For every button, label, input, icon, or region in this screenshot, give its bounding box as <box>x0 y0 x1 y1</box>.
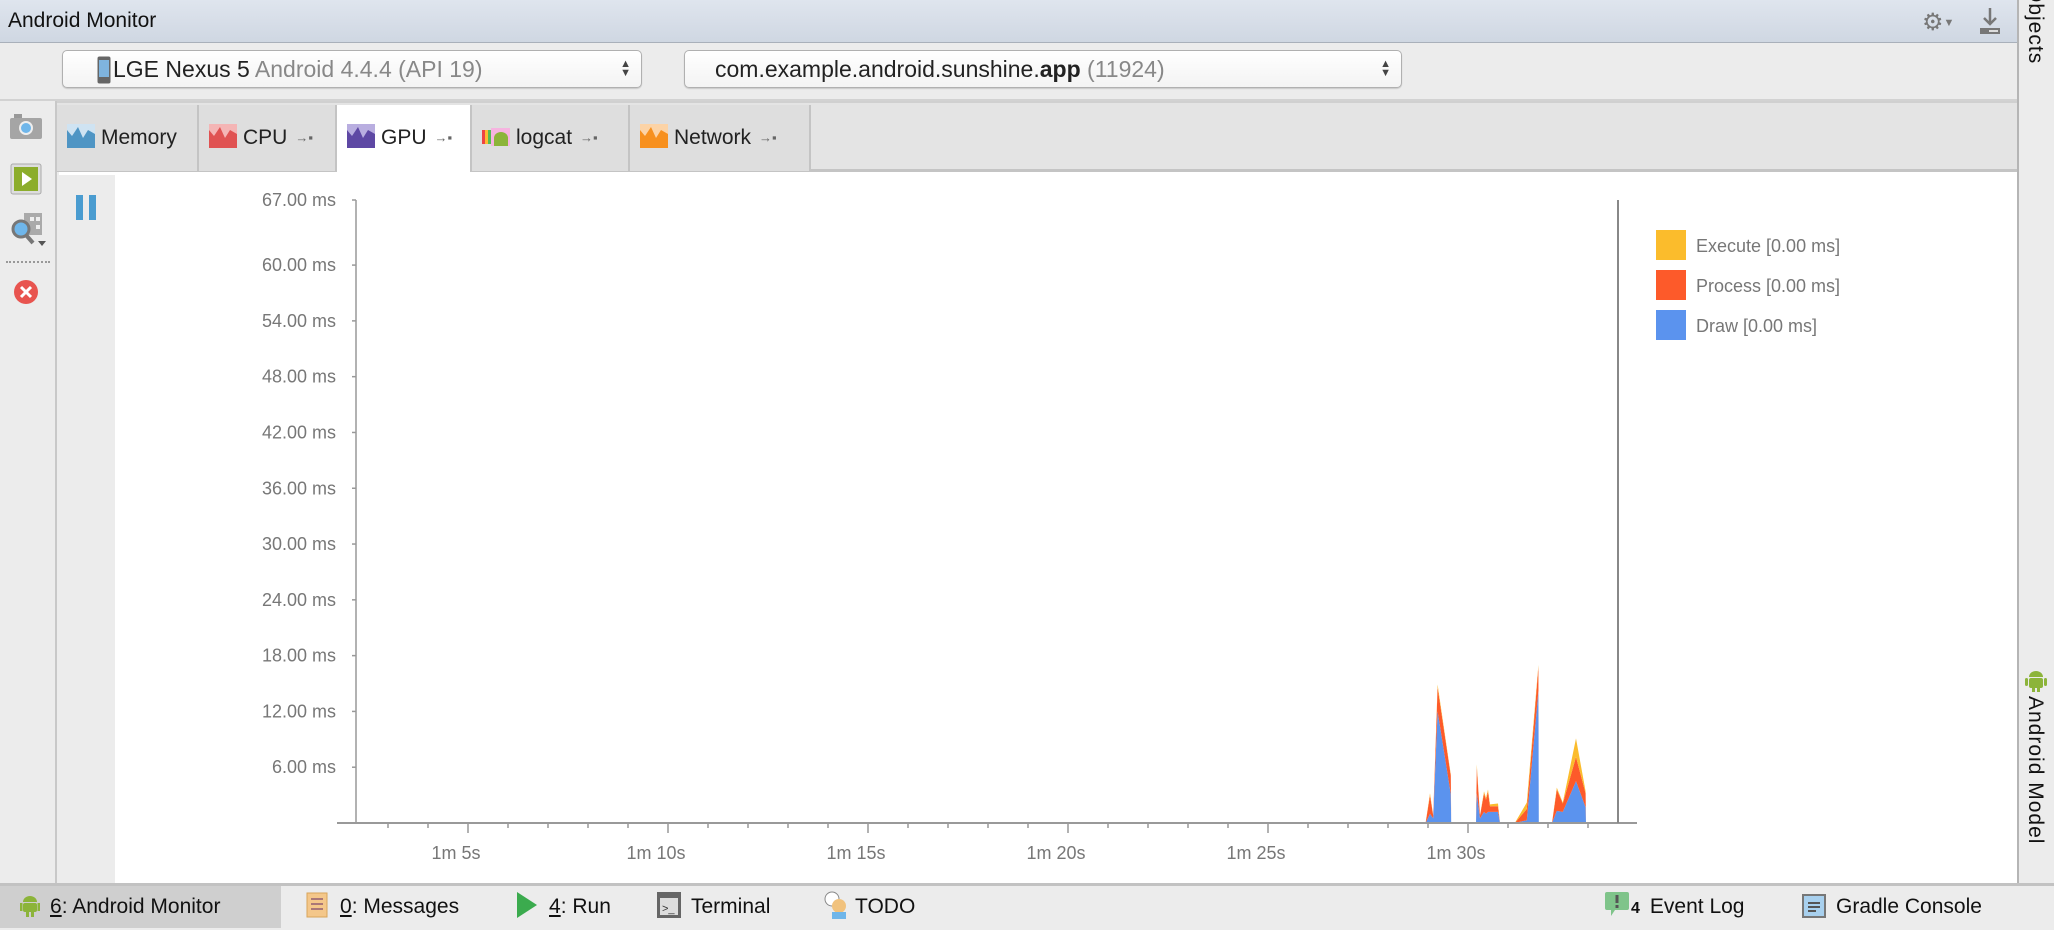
download-icon[interactable] <box>1978 6 2002 36</box>
memory-icon <box>67 124 95 148</box>
y-tick-label: 54.00 ms <box>262 311 336 331</box>
updown-arrows-icon: ▲ ▼ <box>1380 58 1391 79</box>
todo-tool-button[interactable]: TODO <box>823 886 915 928</box>
x-tick-label: 1m 15s <box>826 843 885 863</box>
process-selector[interactable]: com.example.android.sunshine.app (11924)… <box>684 50 1402 88</box>
x-tick-label: 1m 30s <box>1426 843 1485 863</box>
logcat-icon <box>482 128 510 146</box>
y-tick-label: 12.00 ms <box>262 701 336 721</box>
y-tick-label: 24.00 ms <box>262 590 336 610</box>
tool-window-title: Android Monitor <box>8 9 157 32</box>
gpu-icon <box>347 124 375 148</box>
detach-icon[interactable]: →▪ <box>580 130 598 145</box>
package-name: com.example.android.sunshine. <box>715 56 1040 82</box>
gradle-console-icon <box>1802 894 1826 918</box>
label: Terminal <box>691 895 771 918</box>
y-tick-label: 67.00 ms <box>262 190 336 210</box>
detach-icon[interactable]: →▪ <box>295 130 313 145</box>
y-tick-label: 48.00 ms <box>262 367 336 387</box>
mnemonic: 6 <box>50 895 62 918</box>
legend-swatch-process <box>1656 270 1686 300</box>
y-tick-label: 30.00 ms <box>262 534 336 554</box>
event-log-tool-button[interactable]: 4 Event Log <box>1605 886 1744 928</box>
messages-icon <box>306 892 328 918</box>
tool-window-bar: 6: Android Monitor 0: Messages 4: Run >_… <box>0 883 2054 928</box>
device-selector[interactable]: LGE Nexus 5 Android 4.4.4 (API 19) ▲ ▼ <box>62 50 642 88</box>
android-icon <box>20 896 40 917</box>
detach-icon[interactable]: →▪ <box>759 130 777 145</box>
device-name: LGE Nexus 5 <box>113 56 250 82</box>
label: : Messages <box>351 895 460 918</box>
tab-label: Memory <box>101 126 177 149</box>
right-tool-strip: Objects Android Model <box>2017 0 2054 883</box>
legend-label-process: Process [0.00 ms] <box>1696 276 1840 296</box>
x-tick-label: 1m 10s <box>626 843 685 863</box>
device-os: Android 4.4.4 (API 19) <box>254 56 483 82</box>
run-icon <box>517 892 537 918</box>
android-monitor-tool-button[interactable]: 6: Android Monitor <box>0 886 281 928</box>
y-tick-label: 60.00 ms <box>262 255 336 275</box>
legend-label-execute: Execute [0.00 ms] <box>1696 236 1840 256</box>
camera-icon[interactable] <box>10 113 44 146</box>
tab-memory[interactable]: Memory <box>57 105 199 171</box>
selector-row: LGE Nexus 5 Android 4.4.4 (API 19) ▲ ▼ co… <box>0 43 2017 101</box>
label: TODO <box>855 895 916 918</box>
y-tick-label: 6.00 ms <box>272 757 336 777</box>
tab-network[interactable]: Network →▪ <box>630 105 811 171</box>
label: : Run <box>560 895 611 918</box>
process-pid: (11924) <box>1087 56 1165 82</box>
svg-text:>_: >_ <box>662 903 675 915</box>
y-tick-label: 18.00 ms <box>262 646 336 666</box>
tab-label: Network <box>674 126 752 149</box>
detach-icon[interactable]: →▪ <box>435 130 453 145</box>
label: : Android Monitor <box>61 895 221 918</box>
x-tick-label: 1m 25s <box>1226 843 1285 863</box>
y-tick-label: 42.00 ms <box>262 422 336 442</box>
messages-tool-button[interactable]: 0: Messages <box>306 886 459 928</box>
y-tick-label: 36.00 ms <box>262 478 336 498</box>
legend-swatch-execute <box>1656 230 1686 260</box>
tab-label: GPU <box>381 126 427 149</box>
terminal-icon: >_ <box>657 892 681 918</box>
monitor-tabs: Memory CPU →▪ GPU →▪ logcat →▪ Network →▪ <box>57 101 2017 175</box>
updown-arrows-icon: ▲ ▼ <box>620 58 631 79</box>
x-tick-label: 1m 20s <box>1026 843 1085 863</box>
network-icon <box>640 124 668 148</box>
android-model-tool-button[interactable]: Android Model <box>2023 696 2047 844</box>
tool-window-header: Android Monitor ⚙▼ <box>0 0 2017 43</box>
legend-swatch-draw <box>1656 310 1686 340</box>
label: Gradle Console <box>1836 895 1982 918</box>
gpu-rendering-chart: 6.00 ms 12.00 ms 18.00 ms 24.00 ms 30.00 ms 3… <box>262 190 1840 863</box>
tab-cpu[interactable]: CPU →▪ <box>199 105 337 171</box>
event-count-badge: 4 <box>1631 900 1640 917</box>
tab-label: CPU <box>243 126 288 149</box>
mnemonic: 4 <box>549 895 561 918</box>
legend-label-draw: Draw [0.00 ms] <box>1696 316 1817 336</box>
gear-icon[interactable]: ⚙▼ <box>1922 8 1954 37</box>
cpu-icon <box>209 124 237 148</box>
tab-logcat[interactable]: logcat →▪ <box>472 105 630 171</box>
gradle-console-tool-button[interactable]: Gradle Console <box>1802 886 1982 928</box>
package-name-suffix: app <box>1039 56 1081 82</box>
run-tool-button[interactable]: 4: Run <box>517 886 611 928</box>
label: Event Log <box>1649 895 1745 918</box>
objects-tool-button[interactable]: Objects <box>2023 0 2047 64</box>
x-tick-label: 1m 5s <box>431 843 480 863</box>
todo-icon <box>824 891 846 919</box>
android-icon <box>2025 668 2047 697</box>
phone-icon <box>97 56 111 94</box>
tab-label: logcat <box>516 126 573 149</box>
terminal-tool-button[interactable]: >_ Terminal <box>657 886 770 928</box>
tab-gpu[interactable]: GPU →▪ <box>337 105 472 175</box>
mnemonic: 0 <box>340 895 352 918</box>
event-log-icon <box>1605 892 1629 916</box>
